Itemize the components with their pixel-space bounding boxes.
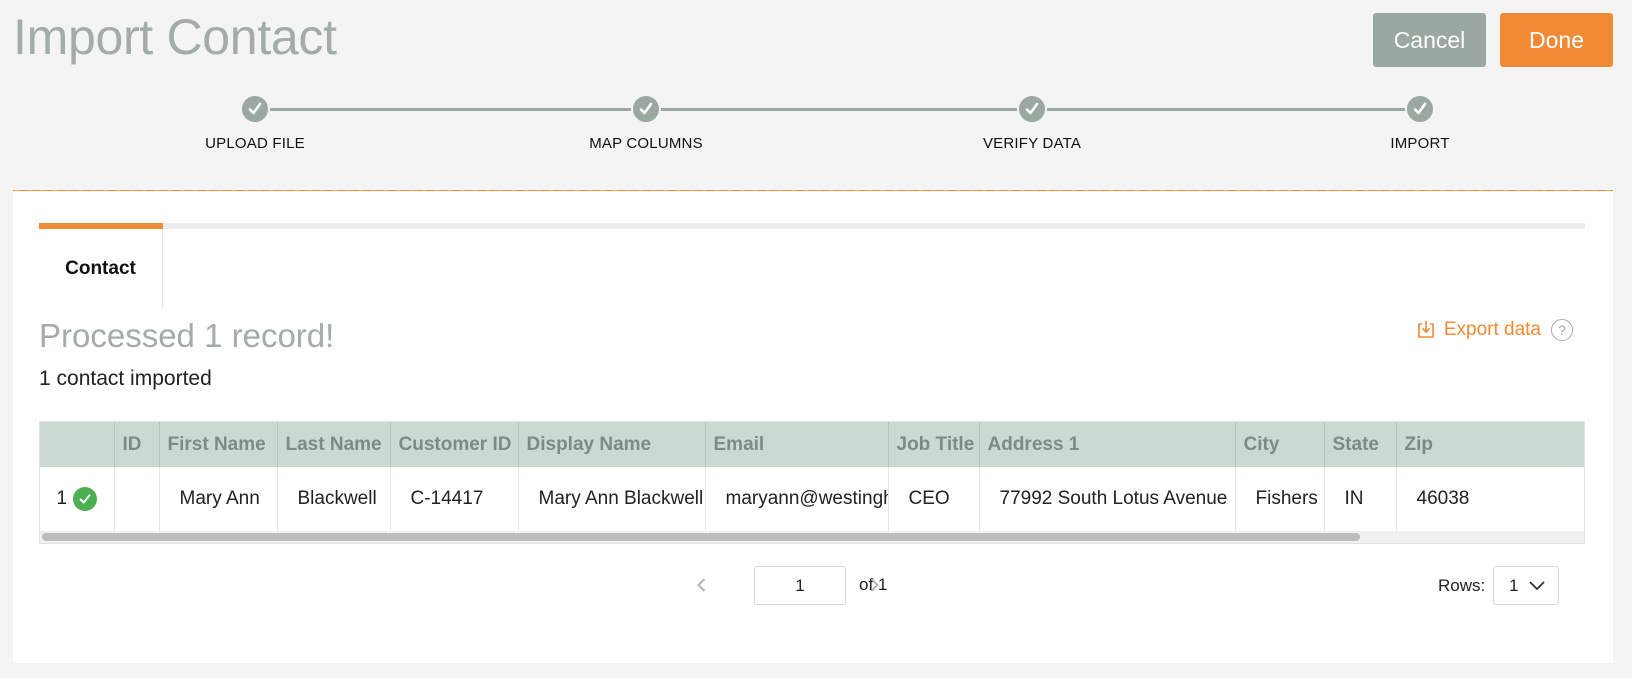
chevron-right-icon[interactable] <box>865 576 883 594</box>
column-header[interactable]: Customer ID <box>390 422 519 467</box>
step-verify-data: VERIFY DATA <box>932 92 1132 152</box>
rows-value: 1 <box>1509 575 1519 595</box>
page-number-input[interactable] <box>754 566 846 605</box>
step-import: IMPORT <box>1320 92 1520 152</box>
rows-label: Rows: <box>1438 576 1486 595</box>
check-icon <box>240 94 270 124</box>
check-icon <box>631 94 661 124</box>
row-number: 1 <box>56 488 68 510</box>
column-header[interactable]: ID <box>114 422 160 467</box>
column-header[interactable]: Display Name <box>518 422 706 467</box>
column-header[interactable]: State <box>1324 422 1397 467</box>
step-label: IMPORT <box>1390 135 1450 152</box>
step-upload-file: UPLOAD FILE <box>155 92 355 152</box>
step-label: VERIFY DATA <box>982 135 1082 152</box>
cell-zip: 46038 <box>1396 467 1584 531</box>
cell-email: maryann@westinghouse.com <box>705 467 889 531</box>
cell-address-1: 77992 South Lotus Avenue <box>979 467 1236 531</box>
results-table: ID First Name Last Name Customer ID Disp… <box>39 421 1585 544</box>
results-card: Contact Processed 1 record! 1 contact im… <box>13 191 1613 663</box>
column-header[interactable]: First Name <box>159 422 278 467</box>
cell-customer-id: C-14417 <box>390 467 519 531</box>
column-header[interactable]: Job Title <box>888 422 980 467</box>
horizontal-scrollbar[interactable] <box>40 531 1584 543</box>
cell-display-name: Mary Ann Blackwell <box>518 467 706 531</box>
scrollbar-thumb[interactable] <box>42 533 1360 541</box>
column-header <box>40 422 115 467</box>
export-data-link[interactable]: Export data ? <box>1416 319 1573 341</box>
check-icon <box>1017 94 1047 124</box>
cell-id <box>114 467 160 531</box>
stepper-line <box>260 108 1420 111</box>
download-icon <box>1416 320 1444 340</box>
done-button[interactable]: Done <box>1500 13 1613 67</box>
chevron-down-icon <box>1529 581 1545 591</box>
cell-first-name: Mary Ann <box>159 467 278 531</box>
cancel-button[interactable]: Cancel <box>1373 13 1486 67</box>
chevron-left-icon[interactable] <box>693 576 711 594</box>
table-header-row: ID First Name Last Name Customer ID Disp… <box>40 422 1584 467</box>
cell-job-title: CEO <box>888 467 980 531</box>
check-icon <box>1405 94 1435 124</box>
rows-per-page-select[interactable]: 1 <box>1493 566 1559 605</box>
row-number-cell: 1 <box>40 467 115 531</box>
step-label: UPLOAD FILE <box>205 135 305 152</box>
table-row: 1 Mary Ann Blackwell C-14417 Mary Ann Bl… <box>40 467 1584 531</box>
processed-heading: Processed 1 record! <box>39 317 335 354</box>
tab-bar <box>39 223 1585 229</box>
column-header[interactable]: City <box>1235 422 1325 467</box>
cell-state: IN <box>1324 467 1397 531</box>
imported-count: 1 contact imported <box>39 367 212 390</box>
step-label: MAP COLUMNS <box>589 135 703 152</box>
pagination: of 1 Rows: 1 <box>13 566 1613 606</box>
help-icon[interactable]: ? <box>1551 319 1573 341</box>
cell-last-name: Blackwell <box>277 467 391 531</box>
tab-contact[interactable]: Contact <box>39 229 163 309</box>
export-data-label: Export data <box>1443 319 1541 340</box>
cell-city: Fishers <box>1235 467 1325 531</box>
page-title: Import Contact <box>13 9 337 65</box>
step-map-columns: MAP COLUMNS <box>546 92 746 152</box>
import-stepper: UPLOAD FILE MAP COLUMNS VERIFY DATA IMPO… <box>0 92 1632 162</box>
column-header[interactable]: Zip <box>1396 422 1584 467</box>
success-check-icon <box>73 487 98 511</box>
column-header[interactable]: Address 1 <box>979 422 1236 467</box>
column-header[interactable]: Last Name <box>277 422 391 467</box>
column-header[interactable]: Email <box>705 422 889 467</box>
